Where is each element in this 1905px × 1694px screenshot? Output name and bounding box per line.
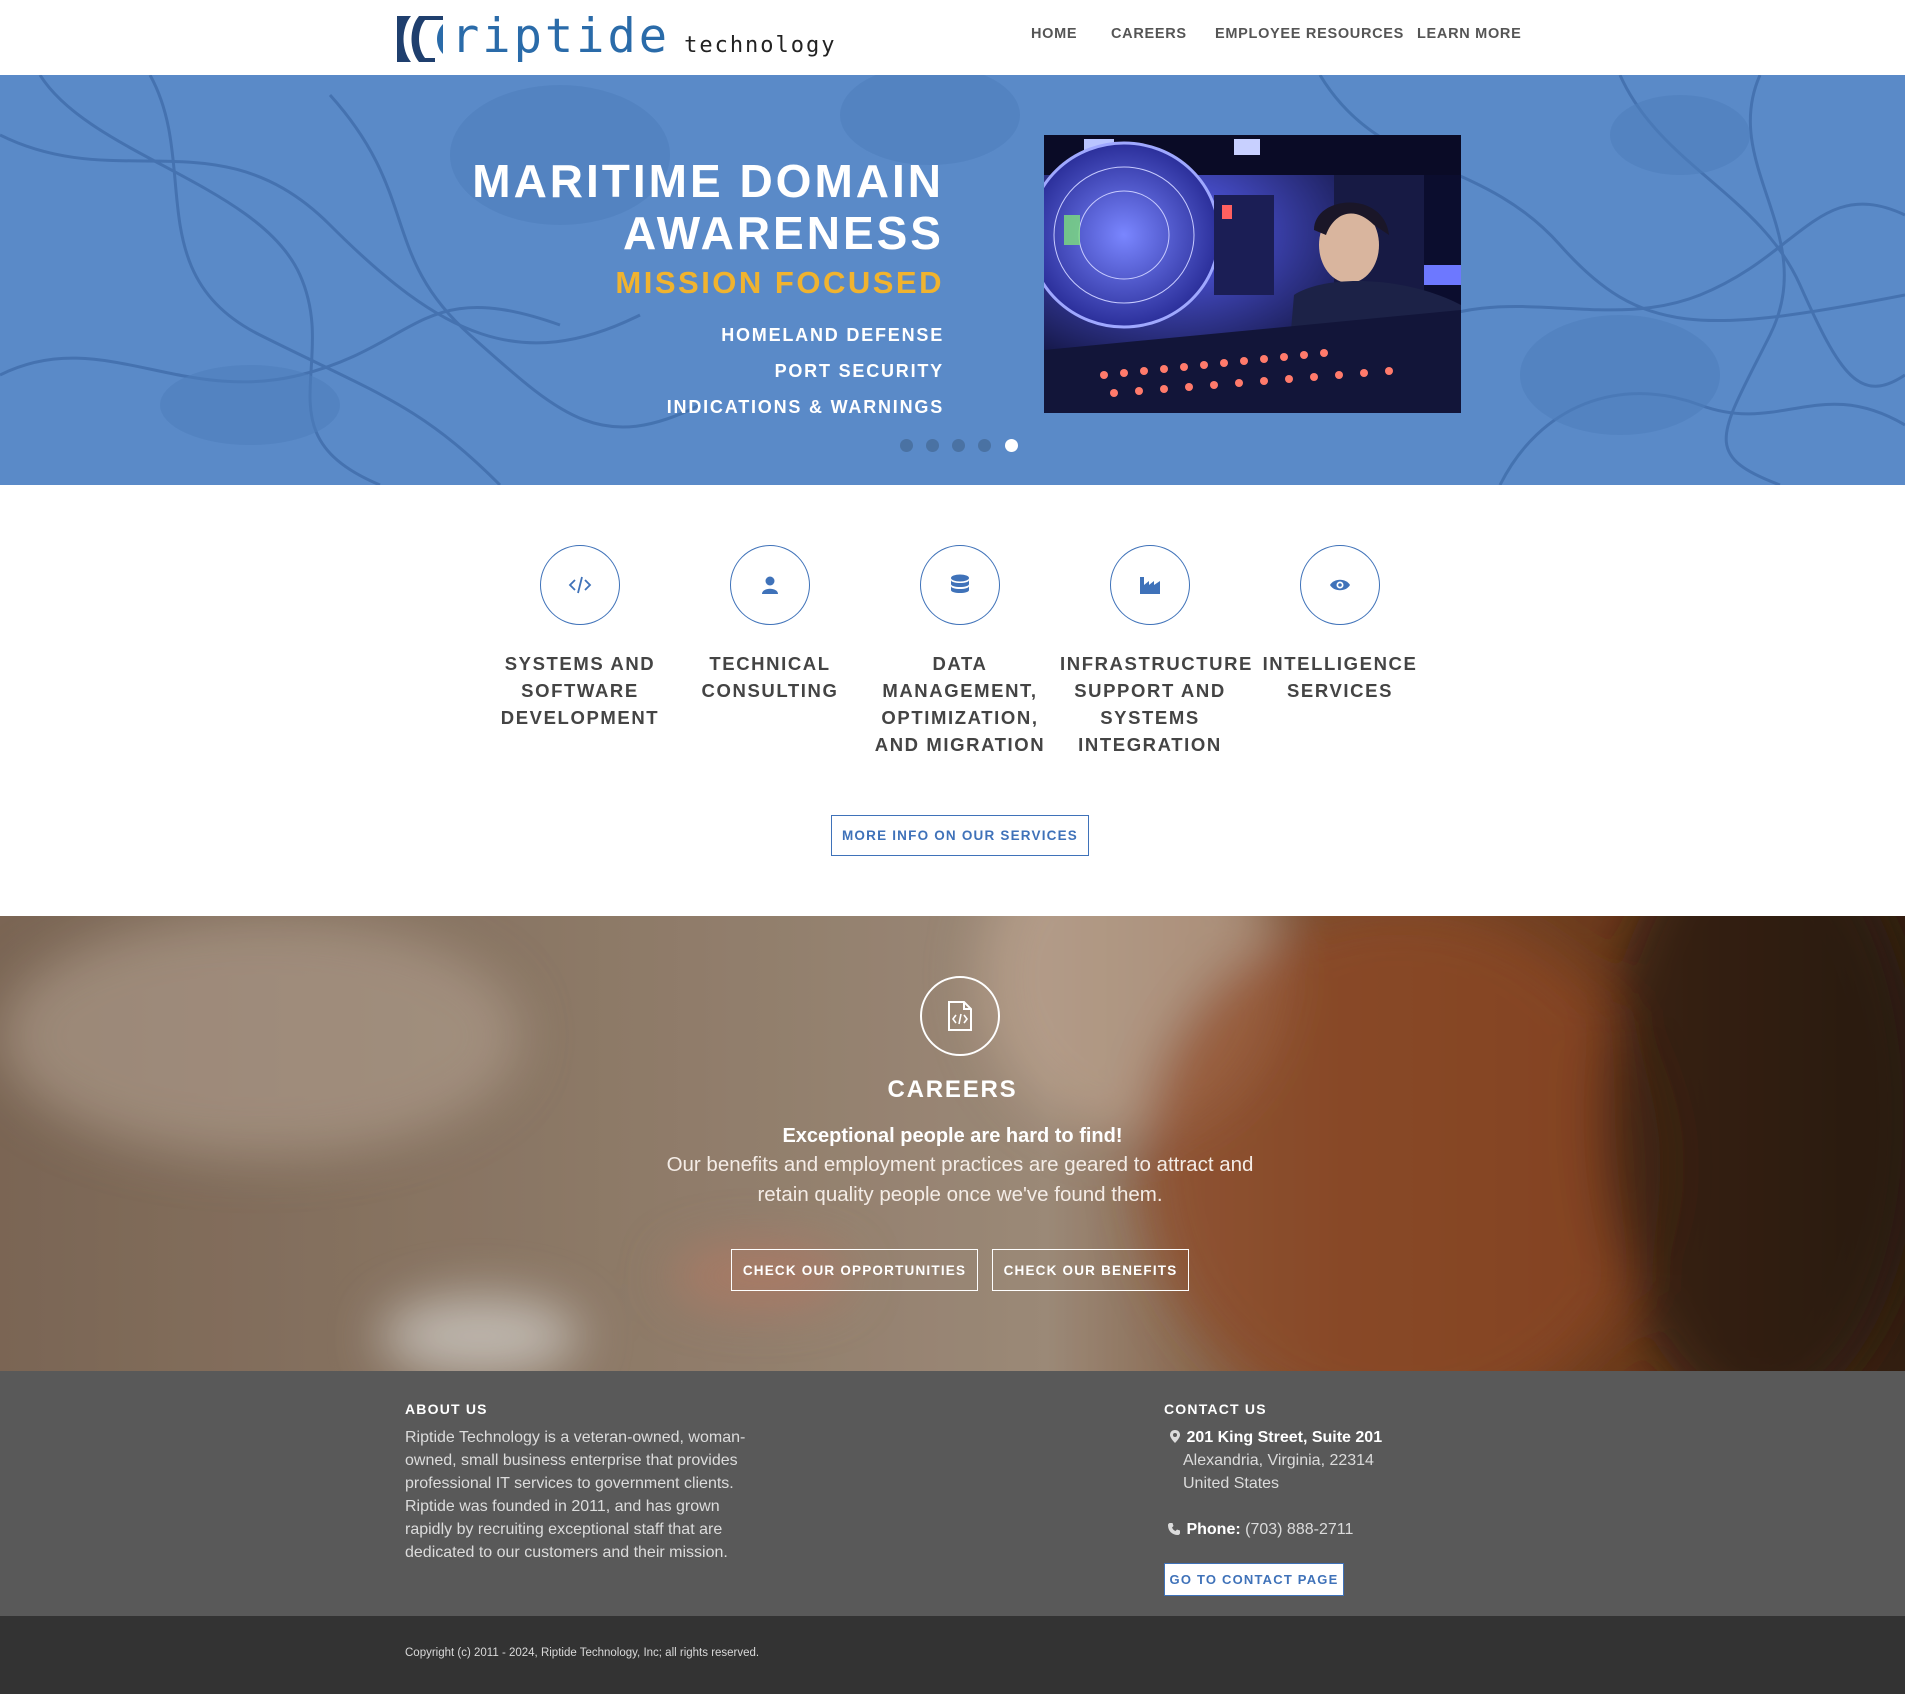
- hero-slider: MARITIME DOMAIN AWARENESS MISSION FOCUSE…: [0, 75, 1905, 485]
- service-label: TECHNICAL CONSULTING: [701, 653, 839, 701]
- check-benefits-button[interactable]: CHECK OUR BENEFITS: [992, 1249, 1189, 1291]
- more-info-services-button[interactable]: MORE INFO ON OUR SERVICES: [831, 815, 1089, 856]
- service-technical-consulting[interactable]: TECHNICAL CONSULTING: [680, 545, 860, 704]
- address-line1: 201 King Street, Suite 201: [1186, 1429, 1383, 1446]
- slider-dot-4[interactable]: [978, 439, 991, 452]
- service-infrastructure[interactable]: INFRASTRUCTURE SUPPORT AND SYSTEMS INTEG…: [1060, 545, 1254, 758]
- site-header: riptide technology HOME CAREERS EMPLOYEE…: [0, 0, 1905, 75]
- phone-number[interactable]: (703) 888-2711: [1245, 1521, 1353, 1538]
- slider-dot-3[interactable]: [952, 439, 965, 452]
- contact-us-heading: CONTACT US: [1164, 1401, 1267, 1417]
- slider-dot-5[interactable]: [1005, 439, 1018, 452]
- service-intelligence[interactable]: INTELLIGENCE SERVICES: [1250, 545, 1430, 704]
- hero-radar-operator-photo: [1044, 135, 1461, 413]
- copyright-bar: Copyright (c) 2011 - 2024, Riptide Techn…: [0, 1616, 1905, 1694]
- nav-learn-more[interactable]: LEARN MORE: [1417, 26, 1521, 42]
- about-us-text: Riptide Technology is a veteran-owned, w…: [405, 1429, 746, 1561]
- address-line3: United States: [1183, 1475, 1280, 1492]
- file-code-icon: [920, 976, 1000, 1056]
- about-us-heading: ABOUT US: [405, 1401, 488, 1417]
- hero-item-homeland-defense: HOMELAND DEFENSE: [721, 325, 944, 345]
- slider-dot-1[interactable]: [900, 439, 913, 452]
- industry-icon: [1110, 545, 1190, 625]
- logo-wordmark: riptide: [451, 9, 671, 64]
- services-section: SYSTEMS AND SOFTWARE DEVELOPMENT TECHNIC…: [0, 485, 1905, 916]
- nav-home[interactable]: HOME: [1031, 26, 1077, 42]
- careers-section: CAREERS Exceptional people are hard to f…: [0, 916, 1905, 1371]
- hero-text-block: MARITIME DOMAIN AWARENESS MISSION FOCUSE…: [472, 155, 944, 425]
- slider-dot-2[interactable]: [926, 439, 939, 452]
- service-label: INTELLIGENCE SERVICES: [1262, 653, 1418, 701]
- user-icon: [730, 545, 810, 625]
- hero-subtitle: MISSION FOCUSED: [615, 265, 944, 300]
- service-label: INFRASTRUCTURE SUPPORT AND SYSTEMS INTEG…: [1060, 653, 1254, 755]
- service-data-management[interactable]: DATA MANAGEMENT, OPTIMIZATION, AND MIGRA…: [870, 545, 1050, 758]
- careers-tagline: Exceptional people are hard to find!: [782, 1125, 1123, 1147]
- main-nav: HOME CAREERS EMPLOYEE RESOURCES LEARN MO…: [1000, 26, 1521, 46]
- site-logo[interactable]: riptide technology: [395, 12, 837, 64]
- code-icon: [540, 545, 620, 625]
- contact-details: 201 King Street, Suite 201 Alexandria, V…: [1164, 1426, 1382, 1541]
- nav-careers[interactable]: CAREERS: [1111, 26, 1187, 42]
- logo-tagline: technology: [684, 33, 837, 58]
- site-footer: ABOUT US Riptide Technology is a veteran…: [0, 1371, 1905, 1616]
- hero-title-line1: MARITIME DOMAIN: [472, 155, 944, 207]
- check-opportunities-button[interactable]: CHECK OUR OPPORTUNITIES: [731, 1249, 978, 1291]
- radar-console-image: [1044, 135, 1461, 413]
- service-label: DATA MANAGEMENT, OPTIMIZATION, AND MIGRA…: [874, 653, 1046, 755]
- nav-employee-resources[interactable]: EMPLOYEE RESOURCES: [1215, 26, 1404, 42]
- service-label: SYSTEMS AND SOFTWARE DEVELOPMENT: [500, 653, 660, 728]
- service-systems-software[interactable]: SYSTEMS AND SOFTWARE DEVELOPMENT: [490, 545, 670, 731]
- hero-title-line2: AWARENESS: [623, 207, 944, 259]
- careers-title: CAREERS: [887, 1076, 1018, 1103]
- copyright-text: Copyright (c) 2011 - 2024, Riptide Techn…: [405, 1647, 760, 1659]
- map-marker-icon: [1170, 1430, 1180, 1443]
- careers-description: Our benefits and employment practices ar…: [666, 1153, 1254, 1206]
- phone-icon: [1168, 1523, 1180, 1535]
- hero-item-indications-warnings: INDICATIONS & WARNINGS: [666, 397, 944, 417]
- eye-icon: [1300, 545, 1380, 625]
- go-to-contact-page-button[interactable]: GO TO CONTACT PAGE: [1164, 1563, 1344, 1596]
- address-line2: Alexandria, Virginia, 22314: [1183, 1452, 1374, 1469]
- phone-label: Phone:: [1186, 1521, 1241, 1538]
- hero-background-pattern: [0, 75, 1905, 485]
- logo-mark-icon: [395, 14, 445, 64]
- database-icon: [920, 545, 1000, 625]
- hero-item-port-security: PORT SECURITY: [774, 361, 944, 381]
